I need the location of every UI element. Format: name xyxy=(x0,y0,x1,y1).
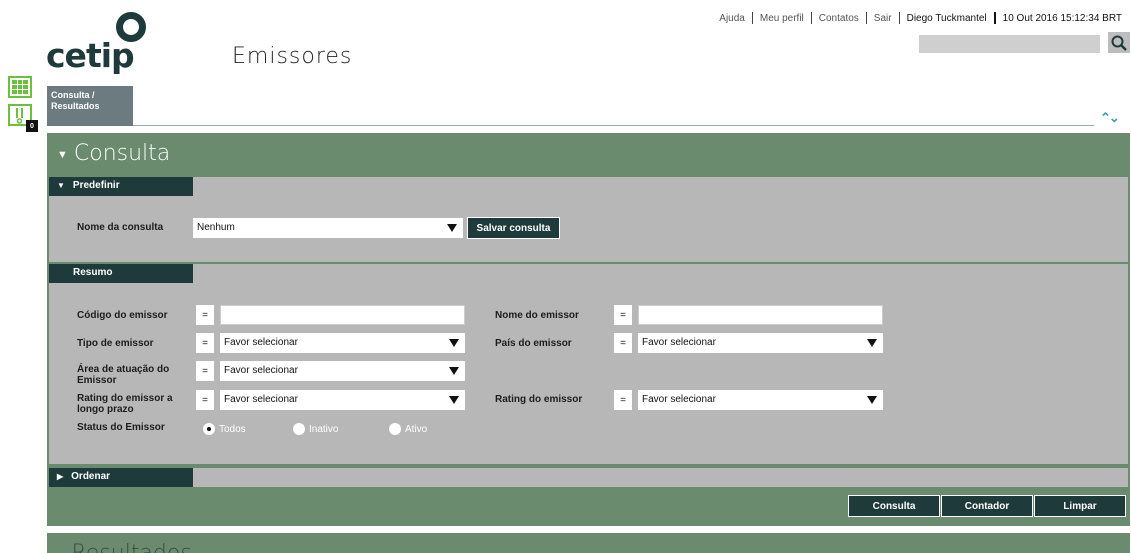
caret-down-icon xyxy=(449,367,459,375)
predefinir-header-label: Predefinir xyxy=(72,180,120,191)
predefinir-header[interactable]: ▼ Predefinir xyxy=(49,177,193,196)
area-atuacao-label: Área de atuação do Emissor xyxy=(77,364,169,386)
user-name: Diego Tuckmantel xyxy=(906,12,987,24)
status-radio-inativo[interactable]: Inativo xyxy=(293,423,338,435)
predefinir-section: ▼ Predefinir Nome da consulta Nenhum Salv… xyxy=(49,177,1128,262)
area-atuacao-label-line1: Área de atuação do xyxy=(77,364,170,375)
area-atuacao-select[interactable]: Favor selecionar xyxy=(220,361,465,381)
rating-operator[interactable]: = xyxy=(614,390,632,410)
status-radio-label: Inativo xyxy=(309,423,339,435)
rating-longo-prazo-value: Favor selecionar xyxy=(224,394,298,405)
caret-down-icon xyxy=(867,396,877,404)
expand-collapse-icon[interactable]: ⌃⌄ xyxy=(1100,110,1120,126)
ordenar-header[interactable]: ▶ Ordenar xyxy=(49,468,193,487)
consulta-toggle[interactable]: ▼ Consulta xyxy=(57,141,170,166)
resultados-title: Resultados xyxy=(71,541,191,553)
pais-emissor-value: Favor selecionar xyxy=(642,337,716,348)
pais-emissor-select[interactable]: Favor selecionar xyxy=(638,333,883,353)
rating-emissor-select[interactable]: Favor selecionar xyxy=(638,390,883,410)
codigo-emissor-label: Código do emissor xyxy=(77,310,168,321)
pais-emissor-label: País do emissor xyxy=(495,338,572,349)
rating-emissor-value: Favor selecionar xyxy=(642,394,716,405)
rating-lp-operator[interactable]: = xyxy=(196,390,214,410)
triangle-down-icon: ▼ xyxy=(57,181,65,190)
triangle-right-icon: ▶ xyxy=(57,472,64,481)
caret-down-icon xyxy=(447,224,457,232)
salvar-consulta-button[interactable]: Salvar consulta xyxy=(467,217,560,239)
link-meu-perfil[interactable]: Meu perfil xyxy=(753,13,811,24)
area-operator[interactable]: = xyxy=(196,361,214,381)
nome-emissor-label: Nome do emissor xyxy=(495,310,579,321)
tab-label-line2: Resultados xyxy=(51,101,100,111)
search-button[interactable] xyxy=(1108,32,1130,53)
area-atuacao-value: Favor selecionar xyxy=(224,365,298,376)
tab-underline xyxy=(133,125,1094,126)
nome-emissor-operator[interactable]: = xyxy=(614,305,632,325)
link-ajuda[interactable]: Ajuda xyxy=(712,13,752,24)
alert-count-badge: 0 xyxy=(26,120,38,132)
rating-longo-prazo-select[interactable]: Favor selecionar xyxy=(220,390,465,410)
nome-consulta-select[interactable]: Nenhum xyxy=(193,218,463,238)
resultados-toggle[interactable]: ▶Resultados xyxy=(57,541,192,553)
current-datetime: 10 Out 2016 15:12:34 BRT xyxy=(1002,12,1122,24)
resultados-panel[interactable]: ▶Resultados xyxy=(47,533,1130,553)
nome-consulta-label: Nome da consulta xyxy=(77,222,164,233)
caret-down-icon xyxy=(867,339,877,347)
rating-longo-prazo-label-line2: longo prazo xyxy=(77,404,134,415)
area-atuacao-label-line2: Emissor xyxy=(77,375,117,386)
triangle-down-icon: ▼ xyxy=(57,147,68,161)
search-icon xyxy=(1111,35,1127,51)
tab-label-line1: Consulta / xyxy=(51,90,95,100)
consulta-title: Consulta xyxy=(73,141,171,166)
nome-consulta-value: Nenhum xyxy=(197,222,235,233)
codigo-emissor-input[interactable] xyxy=(220,305,465,325)
status-radio-todos[interactable]: Todos xyxy=(203,423,246,435)
rating-longo-prazo-label-line1: Rating do emissor a xyxy=(77,393,173,404)
caret-down-icon xyxy=(449,396,459,404)
rating-emissor-label: Rating do emissor xyxy=(495,394,583,405)
link-contatos[interactable]: Contatos xyxy=(812,13,866,24)
ordenar-header-label: Ordenar xyxy=(71,471,111,482)
codigo-operator[interactable]: = xyxy=(196,305,214,325)
pais-operator[interactable]: = xyxy=(614,333,632,353)
contador-button[interactable]: Contador xyxy=(941,495,1033,517)
resumo-header-label: Resumo xyxy=(73,267,113,278)
tipo-emissor-value: Favor selecionar xyxy=(224,337,298,348)
tab-consulta-resultados[interactable]: Consulta / Resultados xyxy=(47,86,133,126)
ordenar-section: ▶ Ordenar xyxy=(49,468,1128,487)
top-links: Ajuda Meu perfil Contatos Sair Diego Tuc… xyxy=(712,12,1129,24)
nome-emissor-input[interactable] xyxy=(638,305,883,325)
radio-checked-icon xyxy=(203,423,215,435)
radio-unchecked-icon xyxy=(389,423,401,435)
resumo-header[interactable]: Resumo xyxy=(49,264,193,283)
tipo-emissor-label: Tipo de emissor xyxy=(77,338,154,349)
caret-down-icon xyxy=(449,339,459,347)
radio-unchecked-icon xyxy=(293,423,305,435)
status-emissor-label: Status do Emissor xyxy=(77,422,165,433)
tipo-operator[interactable]: = xyxy=(196,333,214,353)
page-title: Emissores xyxy=(232,44,353,69)
cetip-logo[interactable]: cetip xyxy=(46,12,156,75)
limpar-button[interactable]: Limpar xyxy=(1034,495,1126,517)
status-radio-label: Todos xyxy=(219,423,246,435)
status-radio-ativo[interactable]: Ativo xyxy=(389,423,427,435)
search-input[interactable] xyxy=(919,35,1100,53)
consulta-button[interactable]: Consulta xyxy=(848,495,940,517)
status-radio-label: Ativo xyxy=(405,423,428,435)
logo-text: cetip xyxy=(46,36,135,75)
rating-longo-prazo-label: Rating do emissor a longo prazo xyxy=(77,393,173,415)
grid-menu-icon[interactable] xyxy=(8,76,32,98)
link-sair[interactable]: Sair xyxy=(867,13,899,24)
tipo-emissor-select[interactable]: Favor selecionar xyxy=(220,333,465,353)
consulta-panel: ▼ Consulta ▼ Predefinir Nome da consulta N… xyxy=(47,133,1130,526)
resumo-section: Resumo Código do emissor = Nome do emiss… xyxy=(49,264,1128,464)
